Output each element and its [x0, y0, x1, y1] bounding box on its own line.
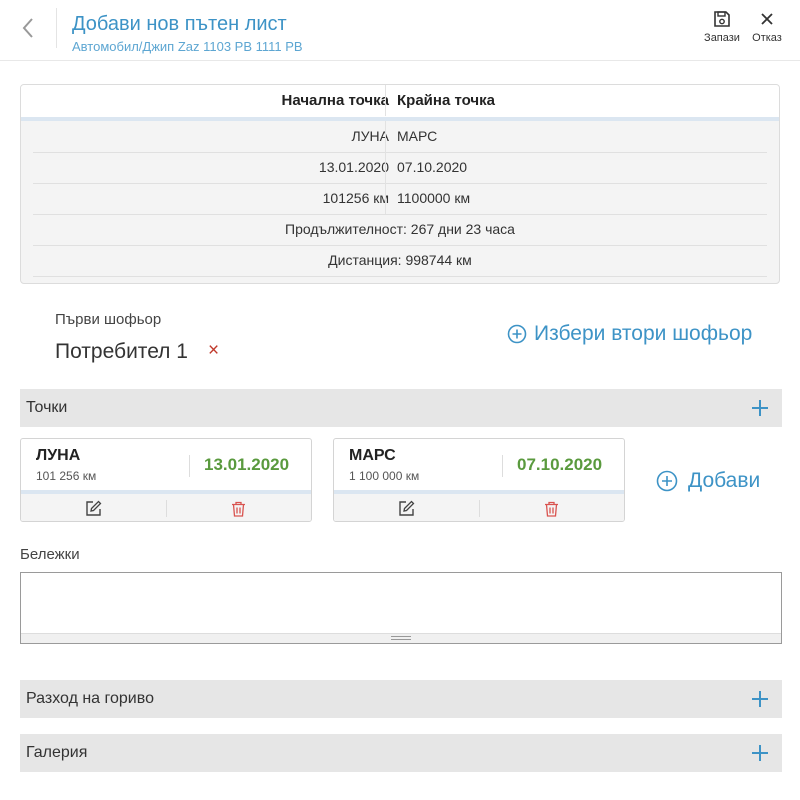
- point-card: МАРС 1 100 000 км 07.10.2020: [333, 438, 625, 522]
- start-point-header: Начална точка: [281, 92, 389, 109]
- close-icon: [761, 13, 773, 25]
- add-gallery-button[interactable]: [750, 743, 770, 768]
- trash-icon: [545, 501, 558, 517]
- save-button[interactable]: Запази: [700, 10, 744, 44]
- summary-header-row: Начална точка Крайна точка: [21, 85, 779, 121]
- duration-text: Продължителност: 267 дни 23 часа: [285, 221, 515, 237]
- gallery-section-title: Галерия: [26, 744, 88, 761]
- fuel-section-header: Разход на гориво: [20, 680, 782, 718]
- edit-icon: [399, 500, 415, 516]
- point-date: 07.10.2020: [517, 455, 603, 474]
- notes-label: Бележки: [20, 546, 80, 563]
- summary-row-place: ЛУНА МАРС: [33, 121, 767, 153]
- choose-second-driver-label: Избери втори шофьор: [534, 322, 753, 345]
- end-point-header: Крайна точка: [397, 92, 495, 109]
- choose-second-driver-button[interactable]: Избери втори шофьор: [507, 322, 752, 346]
- summary-row-date: 13.01.2020 07.10.2020: [33, 152, 767, 184]
- point-km: 1 100 000 км: [349, 469, 420, 483]
- point-date: 13.01.2020: [204, 455, 290, 474]
- summary-row-duration: Продължителност: 267 дни 23 часа: [33, 214, 767, 246]
- edit-icon: [86, 500, 102, 516]
- start-km: 101256 км: [322, 190, 389, 206]
- cancel-button[interactable]: Отказ: [745, 10, 789, 44]
- gallery-section-header: Галерия: [20, 734, 782, 772]
- point-km: 101 256 км: [36, 469, 97, 483]
- delete-point-button[interactable]: [479, 494, 624, 521]
- points-section-title: Точки: [26, 399, 68, 416]
- point-name: МАРС: [349, 447, 396, 464]
- plus-circle-icon: [656, 470, 678, 492]
- start-place: ЛУНА: [351, 128, 389, 144]
- notes-box: [20, 572, 782, 644]
- end-km: 1100000 км: [397, 190, 471, 206]
- edit-point-button[interactable]: [334, 494, 479, 521]
- end-date: 07.10.2020: [397, 159, 468, 175]
- distance-text: Дистанция: 998744 км: [328, 252, 472, 268]
- save-icon: [714, 11, 730, 27]
- start-date: 13.01.2020: [318, 159, 389, 175]
- route-summary-table: Начална точка Крайна точка ЛУНА МАРС 13.…: [20, 84, 780, 284]
- summary-row-km: 101256 км 1100000 км: [33, 183, 767, 215]
- plus-icon: [752, 400, 768, 416]
- page-title: Добави нов пътен лист: [72, 13, 287, 35]
- resize-grip-icon: [391, 636, 411, 640]
- trash-icon: [232, 501, 245, 517]
- notes-resize-handle[interactable]: [21, 633, 781, 643]
- plus-circle-icon: [507, 324, 527, 344]
- summary-row-distance: Дистанция: 998744 км: [33, 245, 767, 277]
- first-driver-label: Първи шофьор: [55, 311, 162, 328]
- add-fuel-button[interactable]: [750, 689, 770, 714]
- first-driver-name: Потребител 1: [55, 340, 188, 363]
- plus-icon: [752, 691, 768, 707]
- add-point-label: Добави: [688, 469, 761, 492]
- header-divider: [56, 8, 57, 48]
- fuel-section-title: Разход на гориво: [26, 690, 154, 707]
- remove-driver-button[interactable]: ×: [208, 340, 219, 362]
- vehicle-subtitle: Автомобил/Джип Zaz 1103 PB 1111 PB: [72, 39, 303, 54]
- point-name: ЛУНА: [36, 447, 81, 464]
- plus-icon: [752, 745, 768, 761]
- save-label: Запази: [704, 32, 740, 44]
- add-point-button[interactable]: Добави: [656, 469, 760, 493]
- end-place: МАРС: [397, 128, 438, 144]
- points-section-header: Точки: [20, 389, 782, 427]
- notes-textarea[interactable]: [21, 573, 781, 635]
- delete-point-button[interactable]: [166, 494, 311, 521]
- add-point-plus-button[interactable]: [750, 398, 770, 423]
- cancel-label: Отказ: [752, 32, 782, 44]
- point-card: ЛУНА 101 256 км 13.01.2020: [20, 438, 312, 522]
- back-button[interactable]: [0, 0, 56, 56]
- header-bottom-border: [0, 60, 800, 61]
- edit-point-button[interactable]: [21, 494, 166, 521]
- chevron-left-icon: [22, 18, 33, 38]
